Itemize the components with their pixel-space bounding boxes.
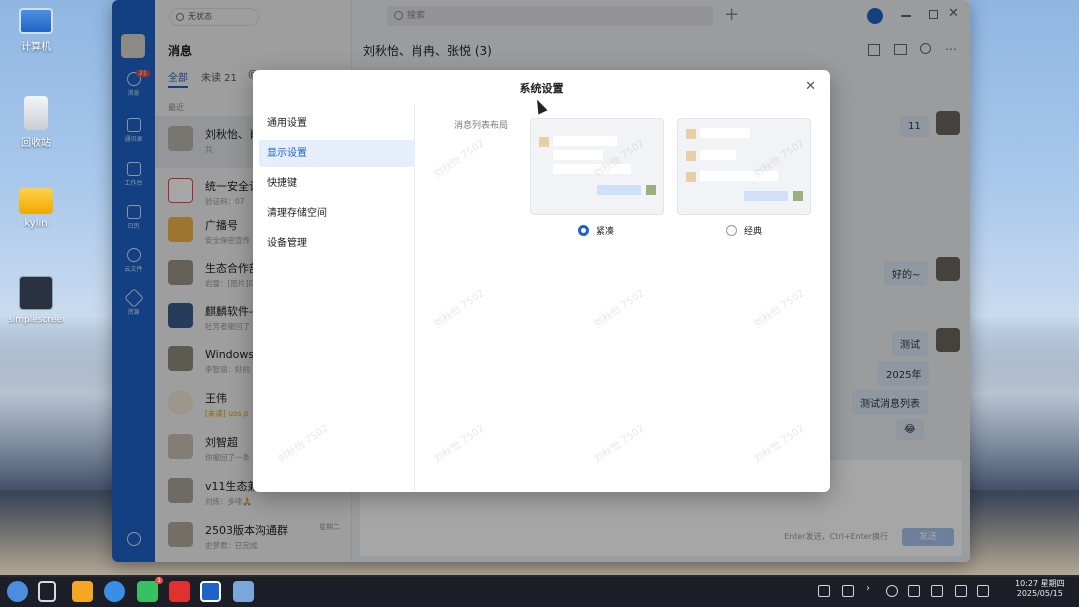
tray-search-icon[interactable] [886,585,898,597]
wps-icon[interactable] [169,581,190,602]
nav-item-storage[interactable]: 清理存储空间 [259,200,415,227]
desktop-icon-label: simplescreenrecorder... [8,315,64,325]
dialog-title: 系统设置 [519,82,564,95]
preview-bubble [700,128,750,138]
computer-icon [19,8,53,34]
preview-bubble [553,150,603,160]
tray-security-icon[interactable] [818,585,830,597]
wechat-icon[interactable]: 1 [137,577,163,602]
desktop-icon-label: 计算机 [21,42,51,53]
image-viewer-icon[interactable] [233,581,254,602]
tray-volume-icon[interactable] [931,585,943,597]
avatar [793,191,803,201]
nav-item-shortcuts[interactable]: 快捷键 [259,170,415,197]
watermark: 刘秋怡 7502 [752,422,807,466]
preview-bubble [744,191,788,201]
watermark: 刘秋怡 7502 [752,287,807,331]
multitask-icon[interactable] [38,581,56,602]
avatar [686,151,696,161]
taskbar-clock[interactable]: 10:27 星期四 2025/05/15 [1015,578,1065,598]
taskbar: 1 › 10:27 星期四 2025/05/15 [0,575,1079,607]
tray-input-icon[interactable] [842,585,854,597]
tray-device-icon[interactable] [908,585,920,597]
desktop-icon-simplescreenrecorder[interactable]: simplescreenrecorder... [8,276,64,326]
video-file-icon [19,276,53,310]
avatar [686,129,696,139]
avatar [646,185,656,195]
avatar [539,137,549,147]
nav-item-general[interactable]: 通用设置 [259,110,415,137]
desktop-icon-label: 回收站 [21,138,51,149]
settings-dialog: 系统设置 ✕ 通用设置 显示设置 快捷键 清理存储空间 设备管理 消息列表布局 … [253,70,830,492]
avatar [686,172,696,182]
nav-item-display[interactable]: 显示设置 [259,140,415,167]
watermark: 刘秋怡 7502 [592,287,647,331]
tray-network-icon[interactable] [955,585,967,597]
folder-icon [19,188,53,214]
desktop-icon-recycle-bin[interactable]: 回收站 [8,96,64,149]
clock-date: 2025/05/15 [1016,589,1063,598]
mouse-cursor [532,97,548,115]
desktop-icon-label: kylin [24,218,48,229]
settings-nav: 通用设置 显示设置 快捷键 清理存储空间 设备管理 [259,110,415,260]
im-app-icon[interactable] [200,581,221,602]
watermark: 刘秋怡 7502 [432,422,487,466]
notes-app-icon[interactable] [72,581,93,602]
watermark: 刘秋怡 7502 [592,422,647,466]
tray-battery-icon[interactable] [977,585,989,597]
section-label: 消息列表布局 [454,121,509,131]
watermark: 刘秋怡 7502 [432,137,487,181]
close-dialog-icon[interactable]: ✕ [805,79,816,94]
preview-bubble [553,136,617,146]
recycle-bin-icon [24,96,48,130]
clock-time: 10:27 星期四 [1015,579,1065,588]
start-menu-icon[interactable] [7,581,28,602]
watermark: 刘秋怡 7502 [432,287,487,331]
tray-expand-icon[interactable]: › [866,583,878,595]
radio-selected [578,225,589,236]
layout-preview-classic[interactable] [677,118,811,215]
preview-bubble [597,185,641,195]
taskbar-badge: 1 [155,577,163,584]
browser-icon[interactable] [104,581,125,602]
nav-item-devices[interactable]: 设备管理 [259,230,415,257]
radio-label: 经典 [744,227,763,237]
radio-unselected [726,225,737,236]
preview-bubble [700,150,736,160]
desktop-icon-kylin[interactable]: kylin [8,188,64,229]
watermark: 刘秋怡 7502 [276,422,331,466]
desktop-icon-computer[interactable]: 计算机 [8,8,64,53]
radio-label: 紧凑 [596,227,615,237]
